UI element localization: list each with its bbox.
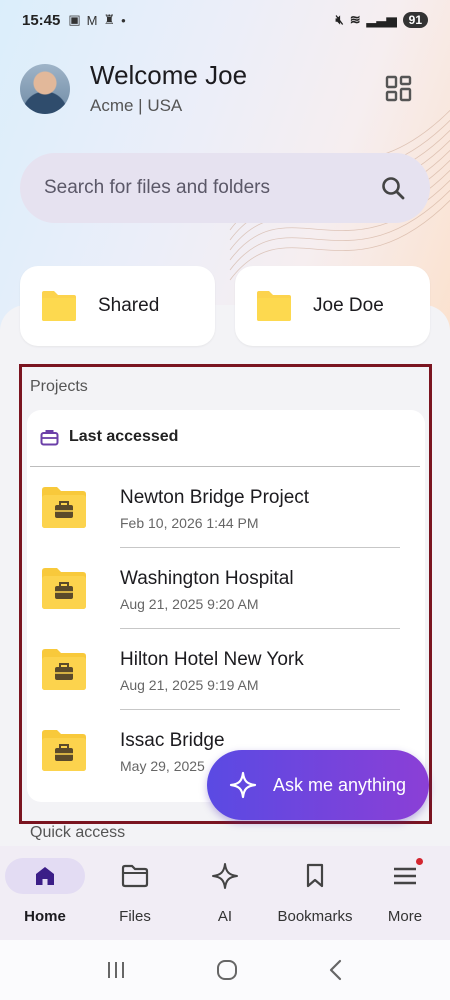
notification-dot [416,858,423,865]
folder-card-joe-doe[interactable]: Joe Doe [235,266,430,346]
nav-more-indicator [365,858,445,894]
search-bar[interactable]: Search for files and folders [20,153,430,223]
nav-files[interactable]: Files [90,846,180,940]
nav-files-indicator [95,858,175,894]
avatar[interactable] [20,64,70,114]
search-icon[interactable] [380,175,406,201]
status-bar: 15:45 ▣ M ♜ • 🔇︎ ≋ ▂▃▅ 91 [0,0,450,40]
folder-card-label: Joe Doe [313,295,384,316]
nav-label: AI [217,908,233,925]
nav-label: Home [24,908,66,925]
qr-code-icon [385,75,412,102]
quick-access-title: Quick access [30,824,126,841]
folder-icon [121,864,149,888]
home-icon [36,867,54,885]
mail-icon: M [86,12,98,28]
folder-card-label: Shared [98,295,160,316]
nav-ai-indicator [185,858,265,894]
bookmark-icon [306,863,324,888]
bottom-navigation: Home Files AI Bookmarks More [0,846,450,940]
screenshot-icon: ▣ [68,12,81,27]
home-system-icon[interactable] [215,958,239,982]
folder-icon [42,291,76,321]
welcome-title: Welcome Joe [90,60,248,90]
folder-icon [257,291,291,321]
status-notification-icons: ▣ M ♜ • [68,12,125,28]
wifi-icon: ≋ [349,12,361,27]
nav-home-indicator [5,858,85,894]
back-icon[interactable] [326,958,346,982]
nav-label: More [387,908,423,925]
folder-card-shared[interactable]: Shared [20,266,215,346]
search-input[interactable]: Search for files and folders [44,177,380,199]
vpn-icon: ♜ [103,12,116,27]
nav-home[interactable]: Home [0,846,90,940]
nav-ai[interactable]: AI [180,846,270,940]
nav-label: Bookmarks [277,908,353,925]
sparkle-icon [229,771,257,799]
battery-indicator: 91 [402,12,428,28]
qr-scan-button[interactable] [384,74,414,104]
status-time: 15:45 [22,11,61,29]
ask-me-anything-button[interactable]: Ask me anything [207,750,429,820]
system-navigation-bar [0,940,450,1000]
mute-icon: 🔇︎ [335,12,344,27]
nav-more[interactable]: More [360,846,450,940]
recent-apps-icon[interactable] [104,959,128,981]
signal-icon: ▂▃▅ [366,12,397,27]
nav-bookmarks[interactable]: Bookmarks [270,846,360,940]
ask-label: Ask me anything [273,774,407,795]
dot-icon: • [121,12,126,28]
nav-bookmarks-indicator [275,858,355,894]
menu-icon [394,867,416,885]
nav-label: Files [119,908,151,925]
organization-label: Acme | USA [90,96,183,115]
sparkle-icon [212,863,238,889]
